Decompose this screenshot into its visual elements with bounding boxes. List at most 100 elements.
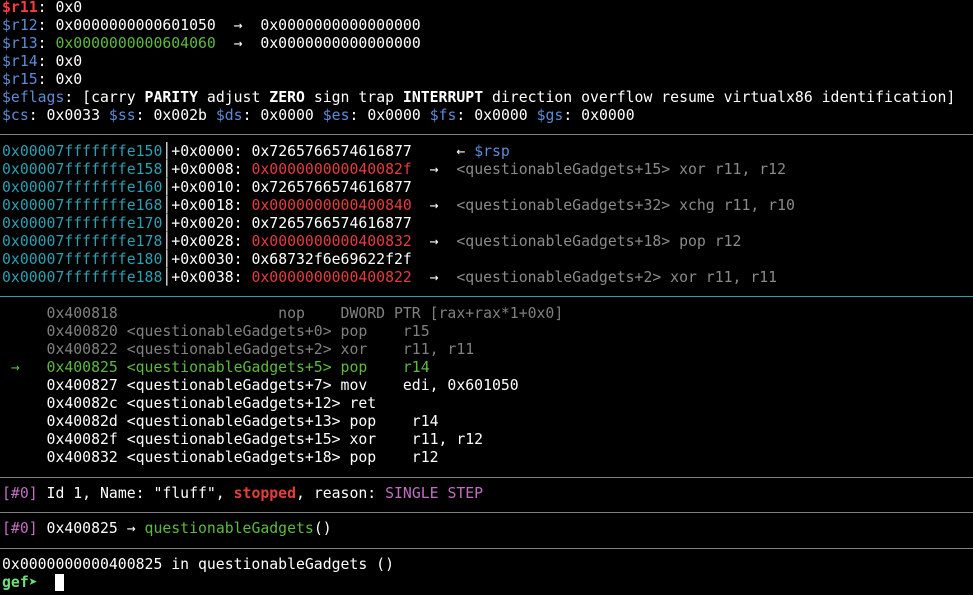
stack-row: 0x00007fffffffe168│+0x0018: 0x0000000000… <box>2 197 795 215</box>
register-value-heap: 0x0000000000604060 <box>55 35 216 52</box>
code-line: 0x400818 nop DWORD PTR [rax+rax*1+0x0] <box>2 305 564 323</box>
segment-name: $gs <box>536 107 564 124</box>
instruction-text: 0x400818 nop DWORD PTR [rax+rax*1+0x0] <box>28 305 564 322</box>
stack-offset: +0x0038: <box>171 269 252 286</box>
code-line: 0x400822 <questionableGadgets+2> xor r11… <box>2 341 475 359</box>
register-value-suffix: → 0x0000000000000000 <box>215 35 421 52</box>
code-line: 0x400827 <questionableGadgets+7> mov edi… <box>2 377 519 395</box>
register-r11: $r11: 0x0 <box>2 0 82 17</box>
pc-marker <box>2 413 29 430</box>
stack-value: 0x7265766574616877 <box>251 215 412 232</box>
thread-line[interactable]: [#0] Id 1, Name: "fluff", stopped, reaso… <box>2 485 483 503</box>
thread-reason: SINGLE STEP <box>385 485 484 502</box>
stack-row: 0x00007fffffffe180│+0x0030: 0x68732f6e69… <box>2 251 412 269</box>
stack-offset: +0x0020: <box>171 215 252 232</box>
current-instruction: → 0x400825 <questionableGadgets+5> pop r… <box>2 359 430 377</box>
stack-value: 0x0000000000400832 <box>251 233 412 250</box>
segment-value: : 0x0033 <box>28 107 109 124</box>
pc-marker <box>2 431 29 448</box>
stack-offset: +0x0030: <box>171 251 252 268</box>
segment-value: : 0x0000 <box>242 107 323 124</box>
thread-text: Id 1, Name: "fluff", <box>37 485 234 502</box>
stack-offset: +0x0018: <box>171 197 252 214</box>
segment-value: : 0x0000 <box>456 107 537 124</box>
stack-separator: │ <box>162 143 172 160</box>
pc-marker <box>2 449 29 466</box>
stack-address: 0x00007fffffffe158 <box>2 161 163 178</box>
register-value: : 0x0 <box>37 53 83 70</box>
segment-value: : 0x0000 <box>349 107 430 124</box>
cursor <box>55 574 65 591</box>
segment-name: $ss <box>108 107 136 124</box>
trace-line[interactable]: [#0] 0x400825 → questionableGadgets() <box>2 520 332 538</box>
stack-annotation: <questionableGadgets+15> xor r11, r12 <box>456 161 786 178</box>
segment-name: $ds <box>215 107 243 124</box>
stack-separator: │ <box>162 179 172 196</box>
pc-marker <box>2 305 29 322</box>
stack-address: 0x00007fffffffe170 <box>2 215 163 232</box>
register-name: $eflags <box>2 89 65 106</box>
code-line: 0x40082f <questionableGadgets+15> xor r1… <box>2 431 484 449</box>
trace-function: questionableGadgets <box>144 520 314 537</box>
stack-value: 0x0000000000400840 <box>251 197 412 214</box>
stack-arrow: ← <box>411 143 475 160</box>
register-value-prefix: : <box>37 35 56 52</box>
code-line: 0x400820 <questionableGadgets+0> pop r15 <box>2 323 430 341</box>
instruction-text: 0x400825 <questionableGadgets+5> pop r14 <box>28 359 430 376</box>
eflags-text: : [carry <box>64 89 145 106</box>
section-divider <box>0 512 973 513</box>
register-name: $r14 <box>2 53 38 70</box>
register-name: $r15 <box>2 71 38 88</box>
code-line: 0x400832 <questionableGadgets+18> pop r1… <box>2 449 439 467</box>
register-value: : 0x0000000000601050 → 0x000000000000000… <box>37 17 421 34</box>
stack-separator: │ <box>162 197 172 214</box>
stack-row: 0x00007fffffffe150│+0x0000: 0x7265766574… <box>2 143 510 161</box>
instruction-text: 0x40082c <questionableGadgets+12> ret <box>28 395 377 412</box>
stack-annotation: <questionableGadgets+32> xchg r11, r10 <box>456 197 795 214</box>
section-divider <box>0 477 973 478</box>
segment-name: $cs <box>2 107 29 124</box>
pc-marker <box>2 395 29 412</box>
stack-row: 0x00007fffffffe160│+0x0010: 0x7265766574… <box>2 179 412 197</box>
console-message: 0x0000000000400825 in questionableGadget… <box>2 556 394 573</box>
eflags-text: direction overflow resume virtualx86 ide… <box>483 89 956 106</box>
stack-value: 0x7265766574616877 <box>251 179 412 196</box>
eflags-flag-zero: ZERO <box>269 89 305 106</box>
pc-marker <box>2 323 29 340</box>
stack-row: 0x00007fffffffe188│+0x0038: 0x0000000000… <box>2 269 777 287</box>
register-name: $r13 <box>2 35 38 52</box>
stack-value: 0x68732f6e69622f2f <box>251 251 412 268</box>
register-r12: $r12: 0x0000000000601050 → 0x00000000000… <box>2 17 421 35</box>
stack-row: 0x00007fffffffe170│+0x0020: 0x7265766574… <box>2 215 412 233</box>
segment-value: : 0x0000 <box>563 107 635 124</box>
pc-marker: → <box>2 359 29 376</box>
register-name: $r12 <box>2 17 38 34</box>
stack-value: 0x7265766574616877 <box>251 143 412 160</box>
stack-offset: +0x0000: <box>171 143 252 160</box>
thread-state: stopped <box>233 485 296 502</box>
register-name: $r11 <box>2 0 38 16</box>
stack-value: 0x0000000000400822 <box>251 269 412 286</box>
register-r13: $r13: 0x0000000000604060 → 0x00000000000… <box>2 35 421 53</box>
pc-marker <box>2 377 29 394</box>
pc-marker <box>2 341 29 358</box>
stack-address: 0x00007fffffffe178 <box>2 233 163 250</box>
segment-registers: $cs: 0x0033 $ss: 0x002b $ds: 0x0000 $es:… <box>2 107 635 125</box>
register-r14: $r14: 0x0 <box>2 53 82 71</box>
trace-address: 0x400825 → <box>37 520 145 537</box>
command-input[interactable] <box>38 574 56 591</box>
gef-prompt: gef➤ <box>2 574 38 591</box>
register-eflags: $eflags: [carry PARITY adjust ZERO sign … <box>2 89 955 107</box>
stack-arrow: → <box>411 197 457 214</box>
stack-separator: │ <box>162 215 172 232</box>
section-divider <box>0 134 973 135</box>
eflags-text: sign trap <box>304 89 403 106</box>
segment-name: $es <box>322 107 350 124</box>
stack-separator: │ <box>162 251 172 268</box>
instruction-text: 0x400827 <questionableGadgets+7> mov edi… <box>28 377 519 394</box>
register-value: : 0x0 <box>37 0 83 16</box>
stack-arrow: → <box>411 269 457 286</box>
eflags-flag-interrupt: INTERRUPT <box>402 89 484 106</box>
console-input-line[interactable]: gef➤ <box>2 574 65 592</box>
instruction-text: 0x400820 <questionableGadgets+0> pop r15 <box>28 323 430 340</box>
